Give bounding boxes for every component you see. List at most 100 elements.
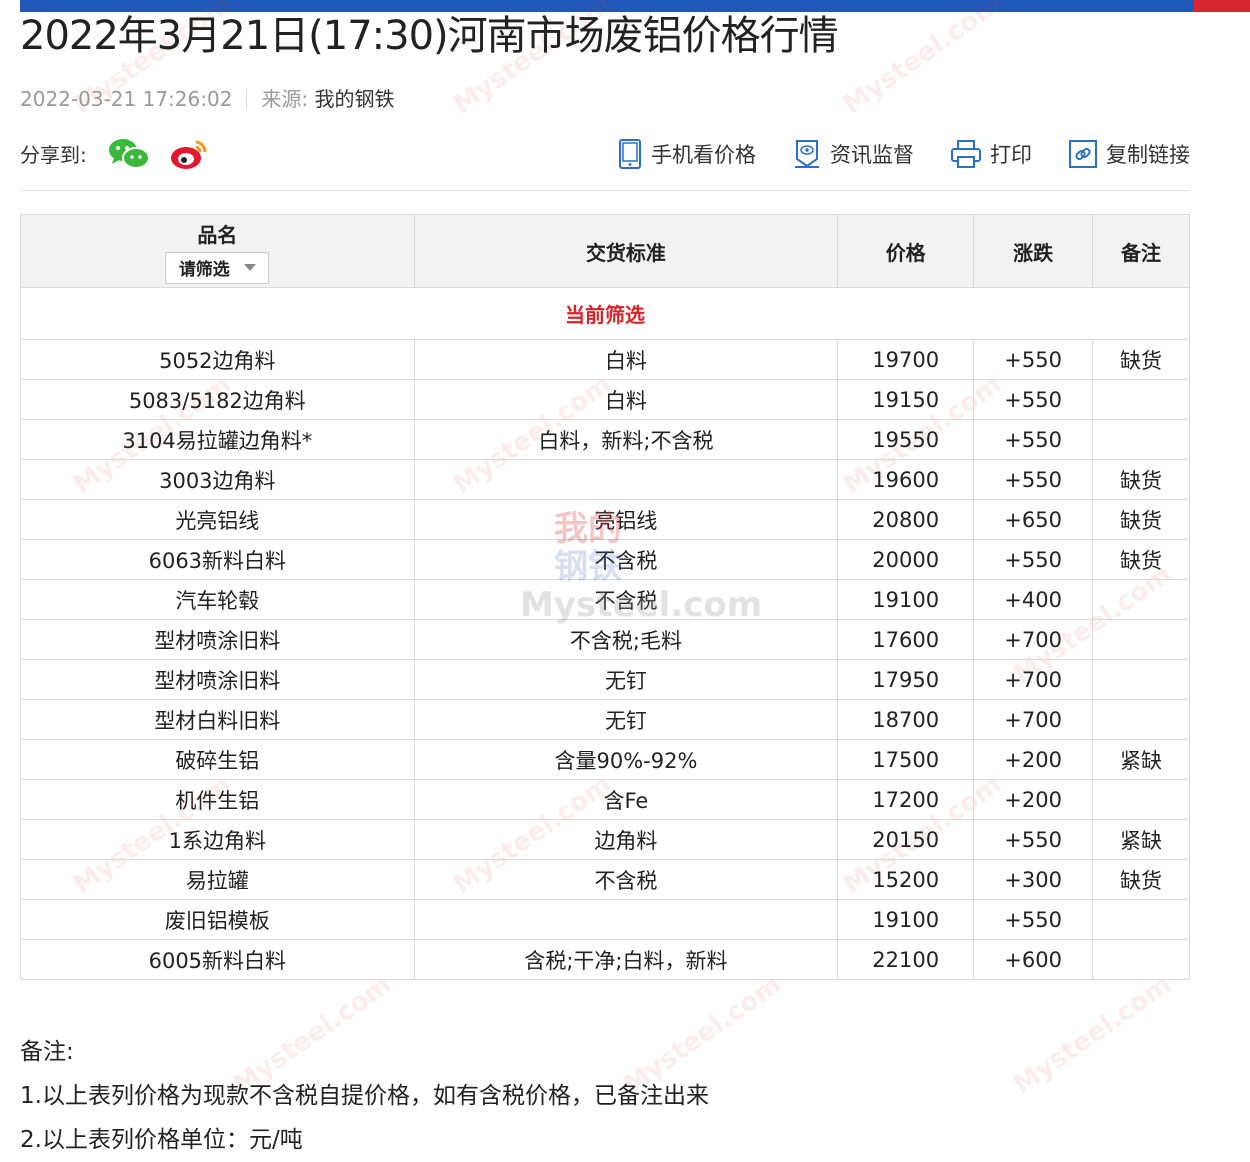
share-toolbar: 分享到: 手机看价格 资讯监督 打印 复制链接 — [20, 134, 1190, 174]
column-header-name-label: 品名 — [197, 222, 238, 247]
cell-standard: 含量90%-92% — [413, 739, 839, 780]
price-table: 品名 请筛选 交货标准 价格 涨跌 备注 当前筛选 5052边角料 白料 19700… — [20, 214, 1190, 980]
cell-remark: 缺货 — [1092, 339, 1190, 380]
table-row: 5083/5182边角料 白料 19150 +550 — [20, 379, 1190, 420]
cell-price: 18700 — [837, 699, 975, 740]
cell-remark — [1092, 579, 1190, 620]
cell-name: 5083/5182边角料 — [20, 379, 415, 420]
cell-name: 型材喷涂旧料 — [20, 659, 415, 700]
product-filter-select[interactable]: 请筛选 — [165, 251, 270, 284]
cell-name: 5052边角料 — [20, 339, 415, 380]
cell-change: +550 — [973, 459, 1094, 500]
cell-standard: 白料，新料;不含税 — [413, 419, 839, 460]
table-row: 型材白料旧料 无钉 18700 +700 — [20, 699, 1190, 740]
table-row: 5052边角料 白料 19700 +550 缺货 — [20, 339, 1190, 380]
cell-change: +300 — [973, 859, 1094, 900]
wechat-icon[interactable] — [108, 136, 150, 172]
cell-change: +550 — [973, 379, 1094, 420]
cell-remark — [1092, 699, 1190, 740]
column-header-remark: 备注 — [1092, 214, 1190, 288]
share-label: 分享到: — [20, 143, 87, 167]
notes-section: 备注: 1.以上表列价格为现款不含税自提价格，如有含税价格，已备注出来 2.以上… — [20, 1030, 709, 1162]
table-row: 机件生铝 含Fe 17200 +200 — [20, 779, 1190, 820]
news-supervision-button[interactable]: 资讯监督 — [792, 136, 914, 172]
copy-link-label: 复制链接 — [1106, 143, 1190, 167]
cell-name: 型材白料旧料 — [20, 699, 415, 740]
meta-divider — [246, 89, 248, 109]
link-icon — [1069, 140, 1097, 168]
cell-name: 6063新料白料 — [20, 539, 415, 580]
monitor-icon — [795, 140, 819, 168]
cell-change: +550 — [973, 899, 1094, 940]
cell-price: 19150 — [837, 379, 975, 420]
cell-change: +700 — [973, 659, 1094, 700]
cell-standard: 不含税;毛料 — [413, 619, 839, 660]
source-value: 我的钢铁 — [314, 87, 395, 111]
cell-standard: 无钉 — [413, 659, 839, 700]
cell-name: 型材喷涂旧料 — [20, 619, 415, 660]
cell-remark: 紧缺 — [1092, 819, 1190, 860]
cell-name: 汽车轮毂 — [20, 579, 415, 620]
cell-change: +200 — [973, 739, 1094, 780]
mobile-price-label: 手机看价格 — [651, 143, 756, 167]
print-button[interactable]: 打印 — [950, 136, 1032, 172]
cell-change: +700 — [973, 699, 1094, 740]
cell-remark — [1092, 899, 1190, 940]
cell-price: 19600 — [837, 459, 975, 500]
cell-price: 15200 — [837, 859, 975, 900]
cell-remark — [1092, 419, 1190, 460]
current-filter-label: 当前筛选 — [20, 287, 1190, 340]
table-row: 1系边角料 边角料 20150 +550 紧缺 — [20, 819, 1190, 860]
cell-change: +550 — [973, 419, 1094, 460]
column-header-change: 涨跌 — [973, 214, 1094, 288]
cell-remark: 紧缺 — [1092, 739, 1190, 780]
cell-name: 废旧铝模板 — [20, 899, 415, 940]
column-header-name: 品名 请筛选 — [20, 214, 415, 288]
table-row: 废旧铝模板 19100 +550 — [20, 899, 1190, 940]
cell-name: 易拉罐 — [20, 859, 415, 900]
cell-standard: 无钉 — [413, 699, 839, 740]
cell-change: +550 — [973, 819, 1094, 860]
cell-standard: 不含税 — [413, 539, 839, 580]
notes-heading: 备注: — [20, 1039, 74, 1065]
cell-change: +550 — [973, 539, 1094, 580]
cell-change: +600 — [973, 939, 1094, 980]
table-row: 易拉罐 不含税 15200 +300 缺货 — [20, 859, 1190, 900]
cell-name: 破碎生铝 — [20, 739, 415, 780]
cell-change: +400 — [973, 579, 1094, 620]
cell-standard: 亮铝线 — [413, 499, 839, 540]
cell-change: +650 — [973, 499, 1094, 540]
table-row: 光亮铝线 亮铝线 20800 +650 缺货 — [20, 499, 1190, 540]
cell-price: 19550 — [837, 419, 975, 460]
print-label: 打印 — [990, 143, 1032, 167]
product-filter-value: 请筛选 — [178, 260, 230, 280]
cell-price: 20000 — [837, 539, 975, 580]
cell-remark — [1092, 619, 1190, 660]
cell-name: 3003边角料 — [20, 459, 415, 500]
cell-change: +550 — [973, 339, 1094, 380]
cell-standard: 白料 — [413, 379, 839, 420]
table-row: 3104易拉罐边角料* 白料，新料;不含税 19550 +550 — [20, 419, 1190, 460]
cell-standard: 不含税 — [413, 579, 839, 620]
cell-price: 17200 — [837, 779, 975, 820]
cell-price: 19700 — [837, 339, 975, 380]
weibo-icon[interactable] — [168, 136, 208, 172]
cell-remark: 缺货 — [1092, 859, 1190, 900]
cell-name: 3104易拉罐边角料* — [20, 419, 415, 460]
cell-standard: 含税;干净;白料，新料 — [413, 939, 839, 980]
cell-price: 17600 — [837, 619, 975, 660]
table-header-row: 品名 请筛选 交货标准 价格 涨跌 备注 — [20, 214, 1190, 288]
mobile-price-button[interactable]: 手机看价格 — [617, 136, 756, 172]
table-row: 汽车轮毂 不含税 19100 +400 — [20, 579, 1190, 620]
column-header-price: 价格 — [837, 214, 975, 288]
current-filter-row: 当前筛选 — [20, 287, 1190, 340]
table-row: 3003边角料 19600 +550 缺货 — [20, 459, 1190, 500]
mobile-icon — [619, 139, 641, 169]
article-meta: 2022-03-21 17:26:02 来源: 我的钢铁 — [20, 86, 395, 112]
article-tools: 手机看价格 资讯监督 打印 复制链接 — [581, 136, 1190, 172]
copy-link-button[interactable]: 复制链接 — [1068, 136, 1190, 172]
cell-price: 17950 — [837, 659, 975, 700]
chevron-down-icon — [243, 264, 256, 271]
top-bar-red — [1194, 0, 1250, 12]
table-row: 型材喷涂旧料 不含税;毛料 17600 +700 — [20, 619, 1190, 660]
